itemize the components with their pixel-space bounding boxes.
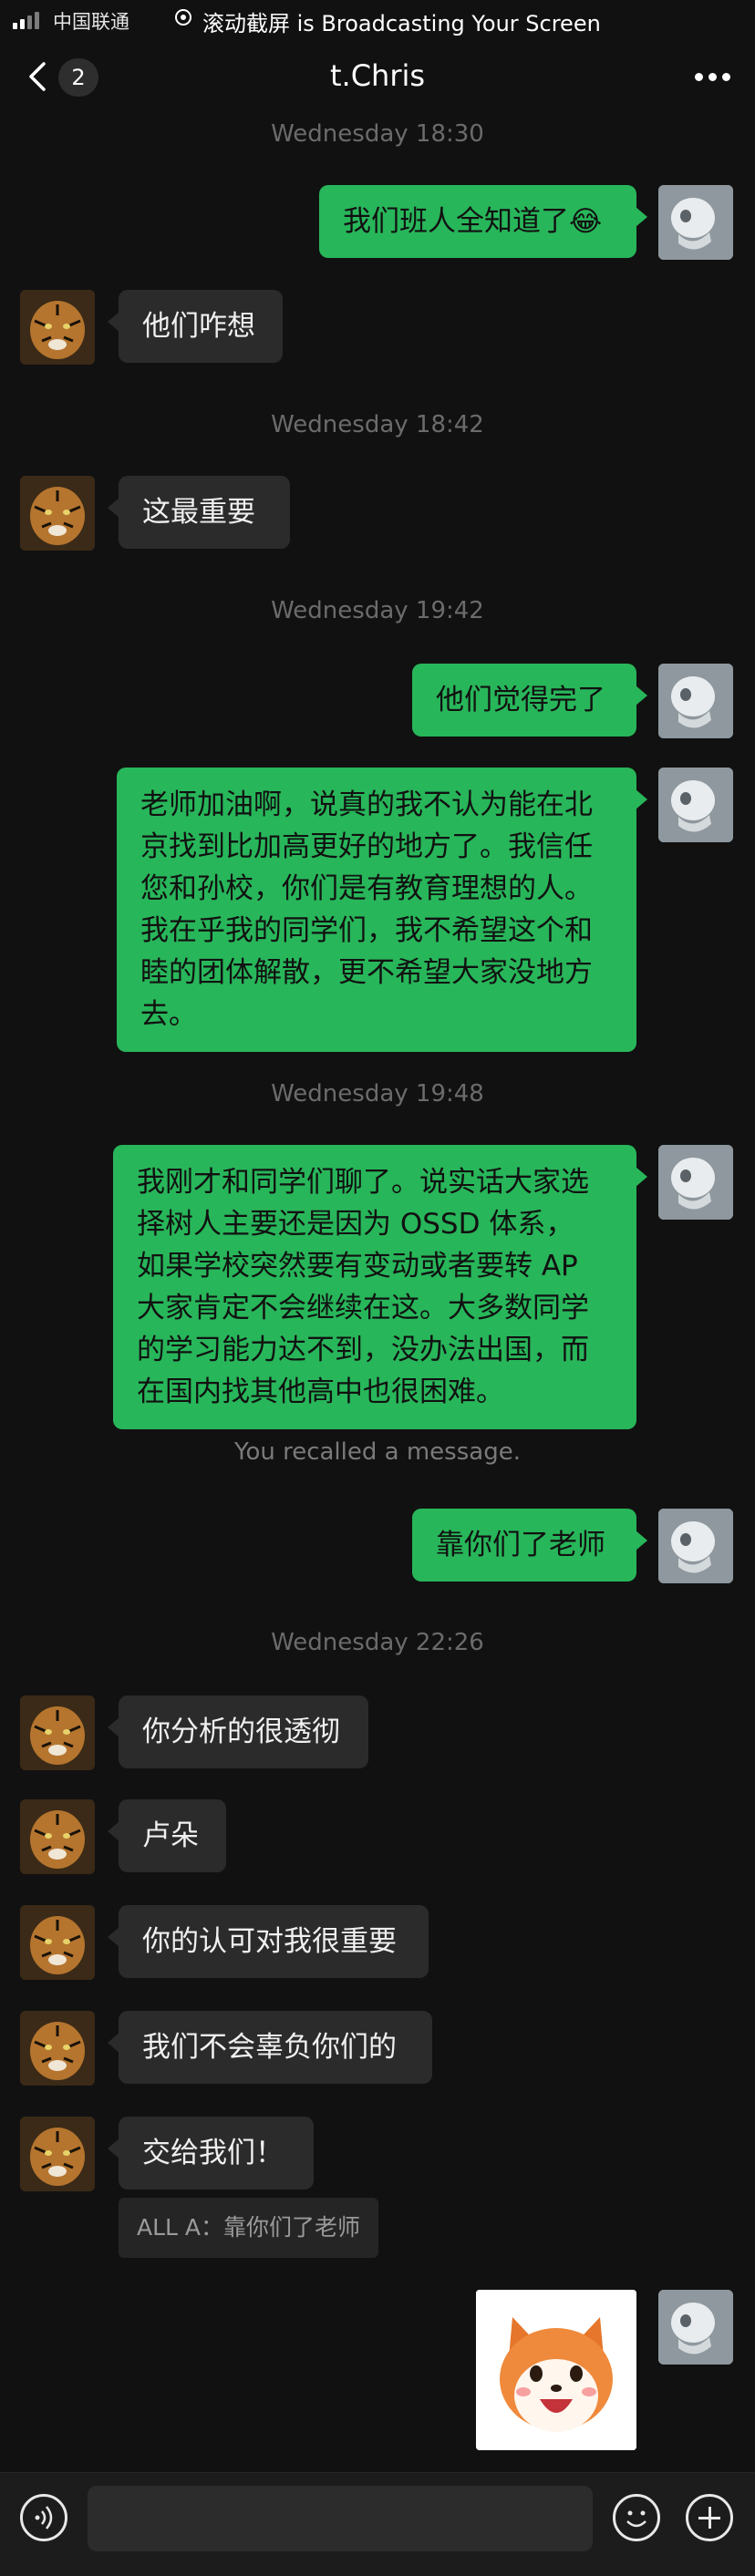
timestamp: Wednesday 18:30 (271, 120, 484, 148)
contact-message-bubble[interactable]: 交给我们！ (108, 2117, 314, 2190)
message-line: 睦的团体解散，更不希望大家没地方 (140, 956, 593, 989)
message-line: 择树人主要还是因为 OSSD 体系， (137, 1208, 574, 1241)
contact-message-bubble[interactable]: 这最重要 (108, 476, 290, 549)
contact-message-bubble[interactable]: 你的认可对我很重要 (108, 1905, 429, 1978)
message-text: 靠你们了老师 (436, 1529, 605, 1561)
message-line: 大家肯定不会继续在这。大多数同学 (137, 1292, 589, 1324)
my-message-bubble[interactable]: 他们觉得完了 (412, 664, 647, 737)
broadcast-status[interactable]: 滚动截屏 is Broadcasting Your Screen (202, 5, 601, 37)
my-message-bubble[interactable]: 老师加油啊，说真的我不认为能在北 京找到比加高更好的地方了。我信任 您和孙校，你… (117, 768, 647, 1052)
voice-input-icon[interactable] (20, 2494, 67, 2541)
chat-title: t.Chris (329, 58, 426, 93)
fox-sticker[interactable] (476, 2290, 636, 2450)
my-avatar[interactable] (658, 1509, 733, 1583)
my-avatar[interactable] (658, 185, 733, 260)
message-input[interactable] (88, 2486, 593, 2551)
message-text: 你的认可对我很重要 (142, 1925, 397, 1958)
message-text: 交给我们！ (142, 2137, 284, 2169)
timestamp: Wednesday 18:42 (271, 411, 484, 438)
contact-avatar[interactable] (20, 1799, 95, 1874)
contact-avatar[interactable] (20, 290, 95, 365)
message-line: 老师加油啊，说真的我不认为能在北 (140, 788, 593, 821)
message-text: 你分析的很透彻 (142, 1716, 340, 1748)
message-input-bar (0, 2472, 755, 2576)
my-avatar[interactable] (658, 2290, 733, 2365)
message-line: 京找到比加高更好的地方了。我信任 (140, 830, 593, 863)
carrier-name: 中国联通 (53, 11, 129, 33)
my-message-bubble[interactable]: 靠你们了老师 (412, 1509, 647, 1582)
my-avatar[interactable] (658, 664, 733, 738)
timestamp: Wednesday 19:42 (271, 597, 484, 624)
contact-avatar[interactable] (20, 2117, 95, 2191)
timestamp: Wednesday 22:26 (271, 1629, 484, 1656)
message-line: 如果学校突然要有变动或者要转 AP (137, 1250, 578, 1283)
timestamp: Wednesday 19:48 (271, 1080, 484, 1108)
message-text: 我们不会辜负你们的 (142, 2031, 397, 2064)
contact-avatar[interactable] (20, 476, 95, 551)
contact-message-bubble[interactable]: 我们不会辜负你们的 (108, 2011, 432, 2084)
recording-icon (175, 9, 191, 26)
contact-avatar[interactable] (20, 1695, 95, 1770)
message-line: 我刚才和同学们聊了。说实话大家选 (137, 1166, 589, 1199)
message-text: 我们班人全知道了😂 (343, 205, 603, 238)
my-avatar[interactable] (658, 768, 733, 842)
message-text: 这最重要 (142, 496, 255, 529)
status-bar: 中国联通 滚动截屏 is Broadcasting Your Screen (0, 0, 755, 40)
contact-avatar[interactable] (20, 2011, 95, 2086)
contact-avatar[interactable] (20, 1905, 95, 1980)
message-line: 我在乎我的同学们，我不希望这个和 (140, 914, 593, 947)
my-message-bubble[interactable]: 我刚才和同学们聊了。说实话大家选 择树人主要还是因为 OSSD 体系， 如果学校… (113, 1145, 647, 1429)
my-avatar[interactable] (658, 1145, 733, 1220)
emoji-icon[interactable] (613, 2494, 660, 2541)
contact-message-bubble[interactable]: 你分析的很透彻 (108, 1695, 368, 1768)
my-message-bubble[interactable]: 我们班人全知道了😂 (319, 185, 647, 258)
plus-icon[interactable] (686, 2494, 733, 2541)
message-line: 您和孙校，你们是有教育理想的人。 (140, 872, 593, 905)
message-line: 在国内找其他高中也很困难。 (137, 1376, 504, 1408)
recalled-notice: You recalled a message. (234, 1438, 521, 1466)
contact-message-bubble[interactable]: 他们咋想 (108, 290, 283, 363)
message-line: 去。 (140, 998, 197, 1031)
message-text: 他们咋想 (142, 310, 255, 343)
message-text: 他们觉得完了 (436, 684, 605, 716)
contact-message-bubble[interactable]: 卢朵 (108, 1799, 226, 1872)
quoted-reply[interactable]: ALL A：靠你们了老师 (119, 2198, 379, 2258)
signal-strength-icon (13, 9, 42, 29)
message-line: 的学习能力达不到，没办法出国，而 (137, 1334, 589, 1366)
more-options-icon[interactable] (695, 73, 731, 82)
message-text: 卢朵 (142, 1819, 199, 1852)
chat-header: 2 t.Chris (0, 40, 755, 115)
